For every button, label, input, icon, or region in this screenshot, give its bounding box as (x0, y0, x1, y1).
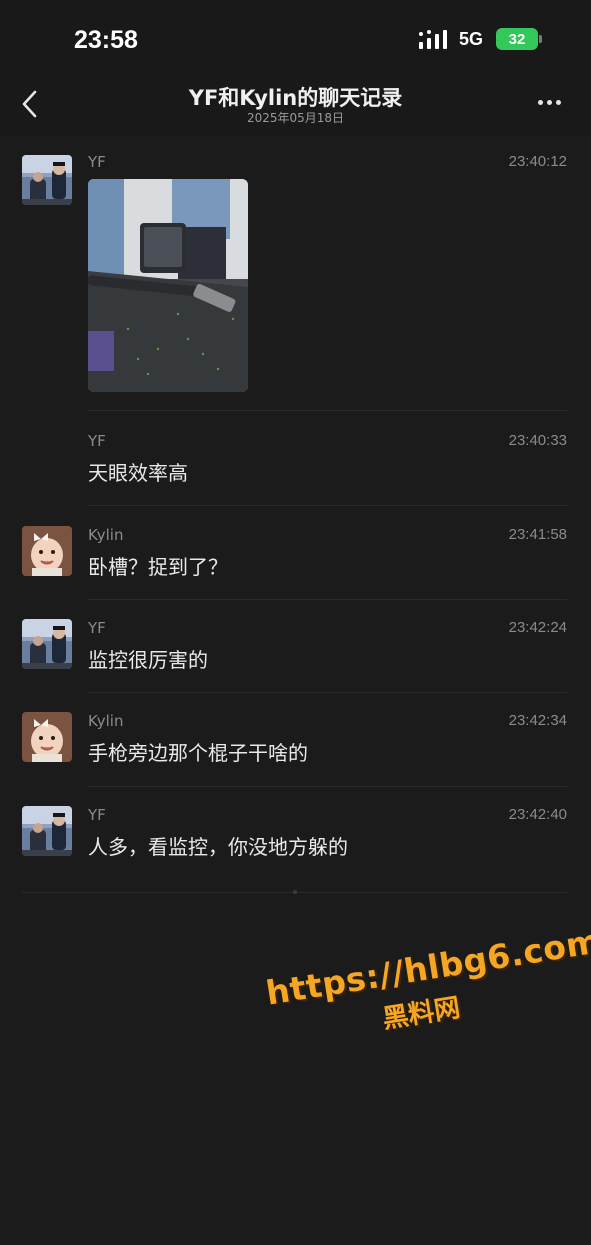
page-title: YF和Kylin的聊天记录 (188, 86, 403, 110)
message-text: 人多，看监控，你没地方躲的 (88, 835, 348, 859)
message-item: Kylin 23:41:58 卧槽？捉到了？ (0, 526, 591, 596)
sender-name: Kylin (88, 526, 124, 544)
message-text: 监控很厉害的 (88, 648, 208, 672)
avatar-kylin[interactable] (22, 712, 72, 762)
divider (88, 786, 567, 787)
page-subtitle: 2025年05月18日 (246, 111, 345, 125)
message-photo[interactable] (88, 179, 248, 392)
message-text: 卧槽？捉到了？ (88, 555, 228, 579)
divider (88, 410, 567, 411)
divider (88, 692, 567, 693)
end-dot (293, 890, 297, 894)
divider (88, 505, 567, 506)
message-text: 手枪旁边那个棍子干啥的 (88, 741, 308, 765)
message-item: YF 23:42:40 人多，看监控，你没地方躲的 (0, 806, 591, 876)
network-label: 5G (459, 29, 484, 49)
avatar-yf[interactable] (22, 155, 72, 205)
status-bar: 23:58 5G 32 (0, 0, 591, 80)
sender-name: YF (88, 432, 106, 450)
message-time: 23:40:33 (508, 432, 567, 449)
avatar-kylin[interactable] (22, 526, 72, 576)
sender-name: YF (88, 806, 106, 824)
message-time: 23:40:12 (508, 153, 567, 170)
avatar-yf[interactable] (22, 806, 72, 856)
message-item: YF 23:42:24 监控很厉害的 (0, 619, 591, 689)
message-item: Kylin 23:42:34 手枪旁边那个棍子干啥的 (0, 712, 591, 782)
sender-name: Kylin (88, 712, 124, 730)
message-time: 23:42:40 (508, 806, 567, 823)
signal-bars-icon (419, 30, 447, 49)
message-text: 天眼效率高 (88, 461, 188, 485)
sender-name: YF (88, 619, 106, 637)
message-item: YF 23:40:33 天眼效率高 (0, 432, 591, 502)
battery-icon: 32 (496, 28, 542, 50)
message-time: 23:41:58 (508, 526, 567, 543)
battery-level: 32 (508, 30, 526, 48)
status-time: 23:58 (74, 26, 138, 54)
more-dots-icon[interactable] (538, 92, 566, 112)
message-item: YF 23:40:12 (0, 153, 591, 413)
message-time: 23:42:24 (508, 619, 567, 636)
chat-header: YF和Kylin的聊天记录 2025年05月18日 (0, 80, 591, 135)
sender-name: YF (88, 153, 106, 171)
avatar-yf[interactable] (22, 619, 72, 669)
divider (88, 599, 567, 600)
message-time: 23:42:34 (508, 712, 567, 729)
